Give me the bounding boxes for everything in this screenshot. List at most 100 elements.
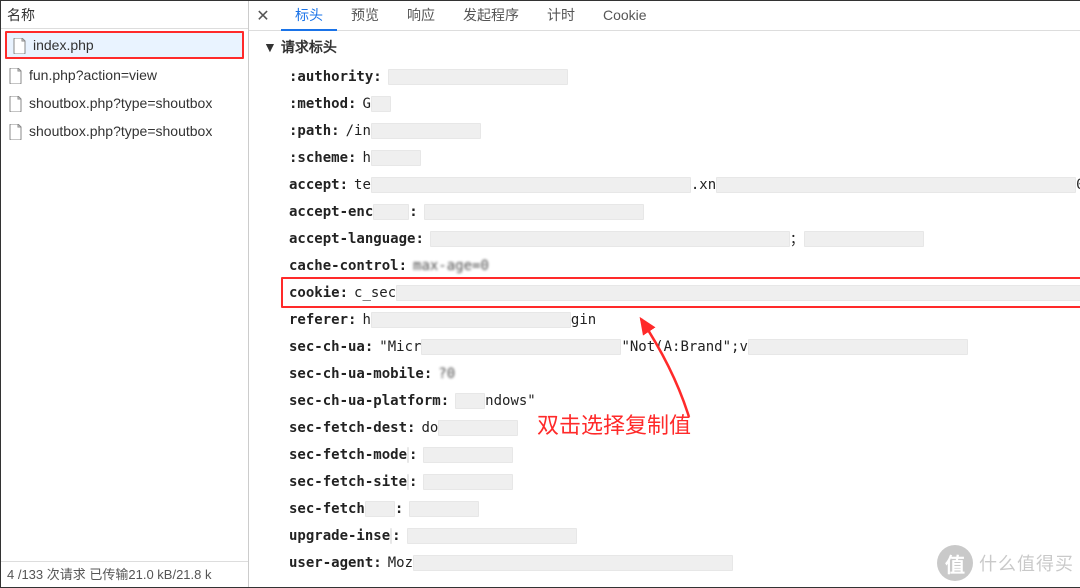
colon: : xyxy=(409,447,417,463)
value-text: do xyxy=(421,420,438,436)
section-request-headers[interactable]: ▼ 请求标头 xyxy=(263,37,1080,57)
header-row[interactable]: sec-ch-ua-platform: ndows" xyxy=(289,387,1080,414)
request-name: index.php xyxy=(33,37,94,53)
pixelated-icon xyxy=(423,447,513,463)
pixelated-icon xyxy=(804,231,924,247)
close-icon[interactable]: ✕ xyxy=(253,6,273,26)
pixelated-icon xyxy=(413,555,733,571)
header-key: sec-fetch-site xyxy=(289,474,407,490)
requests-list: index.php fun.php?action=view shoutbox.php… xyxy=(1,29,248,561)
colon: : xyxy=(348,312,356,328)
header-row[interactable]: sec-ch-ua-mobile:?0 xyxy=(289,360,1080,387)
header-key: :scheme xyxy=(289,150,348,166)
header-key: sec-ch-ua-platform xyxy=(289,393,441,409)
pixelated-icon xyxy=(388,69,568,85)
value-text: c_sec xyxy=(354,285,396,301)
header-value xyxy=(424,204,644,220)
tab-0[interactable]: 标头 xyxy=(281,1,337,31)
pixelated-icon xyxy=(371,96,391,112)
header-row[interactable]: sec-fetch-site: xyxy=(289,468,1080,495)
header-value: c_sec=eW xyxy=(354,285,1080,301)
header-value xyxy=(388,69,568,85)
headers-list: :authority::method:G:path:/in:scheme:hac… xyxy=(263,63,1080,576)
colon: : xyxy=(409,474,417,490)
section-title-label: 请求标头 xyxy=(281,37,337,57)
colon: : xyxy=(441,393,449,409)
header-key: accept-enc xyxy=(289,204,373,220)
pixelated-icon xyxy=(438,420,518,436)
request-row[interactable]: index.php xyxy=(5,31,244,59)
header-key: referer xyxy=(289,312,348,328)
value-text: h xyxy=(362,150,370,166)
header-row[interactable]: :method:G xyxy=(289,90,1080,117)
header-row[interactable]: sec-fetch-dest:do xyxy=(289,414,1080,441)
request-row[interactable]: shoutbox.php?type=shoutbox xyxy=(1,117,248,145)
header-row[interactable]: :scheme: h xyxy=(289,144,1080,171)
header-row[interactable]: referer:hgin xyxy=(289,306,1080,333)
value-text: "Not(A:Brand";v xyxy=(621,339,747,355)
pixelated-icon xyxy=(371,312,571,328)
header-row[interactable]: :authority: xyxy=(289,63,1080,90)
header-row[interactable]: cache-control:max-age=0 xyxy=(289,252,1080,279)
colon: : xyxy=(373,69,381,85)
header-value xyxy=(407,528,577,544)
headers-content: ▼ 请求标头 :authority::method:G:path:/in:sch… xyxy=(249,31,1080,587)
pixelated-icon xyxy=(407,447,409,463)
header-key: accept xyxy=(289,177,340,193)
header-row[interactable]: accept-enc: xyxy=(289,198,1080,225)
pixelated-icon xyxy=(430,231,790,247)
colon: : xyxy=(373,555,381,571)
header-value: ndows" xyxy=(455,393,536,409)
request-name: shoutbox.php?type=shoutbox xyxy=(29,95,212,111)
request-row[interactable]: shoutbox.php?type=shoutbox xyxy=(1,89,248,117)
header-row[interactable]: sec-ch-ua: "Micr "Not(A:Brand";v xyxy=(289,333,1080,360)
header-value: h xyxy=(362,150,420,166)
pixelated-icon xyxy=(455,393,485,409)
value-text: "Micr xyxy=(379,339,421,355)
requests-panel: 名称 index.phpfun.php?action=viewshoutbox.… xyxy=(1,1,249,587)
header-value xyxy=(423,447,513,463)
header-row[interactable]: accept-language:； xyxy=(289,225,1080,252)
tab-3[interactable]: 发起程序 xyxy=(449,1,533,29)
header-value: do xyxy=(421,420,518,436)
header-value: /in xyxy=(346,123,481,139)
watermark: 值 什么值得买 xyxy=(937,545,1074,581)
colon: : xyxy=(348,96,356,112)
header-value: max-age=0 xyxy=(413,258,489,274)
header-key: :method xyxy=(289,96,348,112)
pixelated-icon xyxy=(407,474,409,490)
pixelated-icon xyxy=(424,204,644,220)
pixelated-icon xyxy=(365,501,395,517)
file-icon xyxy=(9,94,23,111)
colon: : xyxy=(340,177,348,193)
header-row[interactable]: :path:/in xyxy=(289,117,1080,144)
pixelated-icon xyxy=(407,528,577,544)
pixelated-icon xyxy=(371,177,691,193)
requests-footer: 4 /133 次请求 已传输21.0 kB/21.8 k xyxy=(1,561,248,587)
colon: : xyxy=(409,204,417,220)
header-key: sec-fetch-dest xyxy=(289,420,407,436)
header-row[interactable]: cookie:c_sec=eW xyxy=(289,279,1080,306)
colon: : xyxy=(348,150,356,166)
header-value: Moz xyxy=(388,555,733,571)
header-row[interactable]: sec-fetch: xyxy=(289,495,1080,522)
header-row[interactable]: accept:te.xn0.8,appli xyxy=(289,171,1080,198)
header-key: sec-ch-ua xyxy=(289,339,365,355)
tab-2[interactable]: 响应 xyxy=(393,1,449,29)
tab-4[interactable]: 计时 xyxy=(533,1,589,29)
tab-5[interactable]: Cookie xyxy=(589,1,661,29)
value-text: /in xyxy=(346,123,371,139)
colon: : xyxy=(365,339,373,355)
colon: : xyxy=(415,231,423,247)
colon: : xyxy=(424,366,432,382)
header-key: sec-fetch-mode xyxy=(289,447,407,463)
pixelated-icon xyxy=(716,177,1076,193)
details-panel: ✕ 标头预览响应发起程序计时Cookie ▼ 请求标头 :authority::… xyxy=(249,1,1080,587)
header-row[interactable]: sec-fetch-mode: xyxy=(289,441,1080,468)
header-key: cache-control xyxy=(289,258,399,274)
value-text: te xyxy=(354,177,371,193)
pixelated-icon xyxy=(371,150,421,166)
request-row[interactable]: fun.php?action=view xyxy=(1,61,248,89)
pixelated-icon xyxy=(390,528,392,544)
tab-1[interactable]: 预览 xyxy=(337,1,393,29)
